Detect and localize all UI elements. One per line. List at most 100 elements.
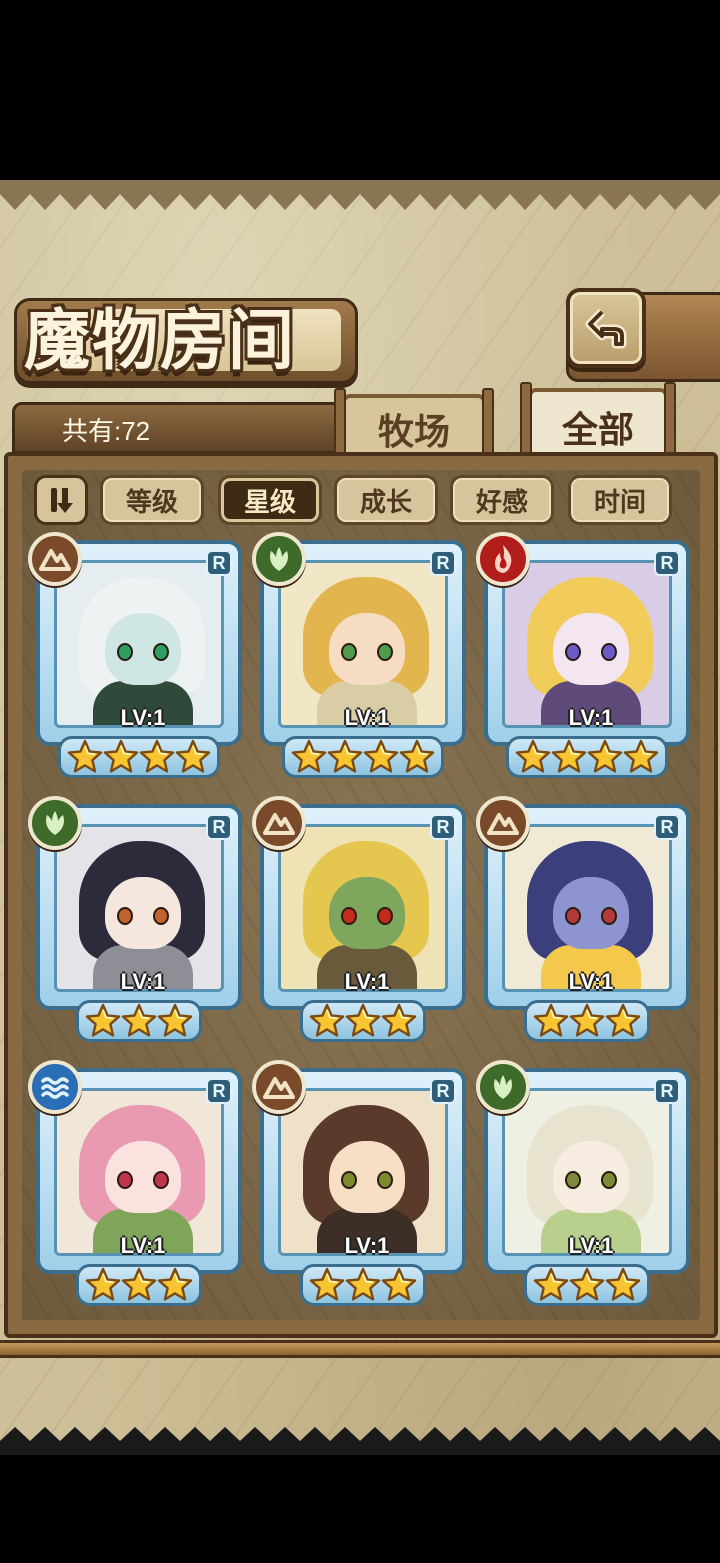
star-rating — [506, 736, 668, 778]
star-rating — [76, 1000, 202, 1042]
rank-badge: R — [206, 1078, 232, 1104]
monster-card[interactable]: R LV:1 — [28, 532, 242, 778]
star-icon — [605, 1003, 641, 1037]
monster-card[interactable]: R LV:1 — [28, 1060, 242, 1306]
element-nature-icon — [252, 532, 306, 586]
monster-level: LV:1 — [568, 705, 614, 730]
element-earth-icon — [252, 796, 306, 850]
monster-level: LV:1 — [344, 705, 390, 730]
return-arrow-icon — [585, 308, 627, 349]
panel-bottom-rail — [0, 1340, 720, 1358]
star-icon — [533, 1003, 569, 1037]
monster-card[interactable]: R LV:1 — [28, 796, 242, 1042]
sort-order-icon — [51, 488, 73, 513]
star-icon — [623, 739, 659, 773]
star-icon — [569, 1267, 605, 1301]
star-icon — [515, 739, 551, 773]
torn-edge-bottom — [0, 1427, 720, 1455]
monster-level: LV:1 — [568, 969, 614, 994]
monster-level: LV:1 — [120, 705, 166, 730]
torn-edge-top — [0, 180, 720, 210]
monster-portrait — [278, 560, 448, 728]
star-icon — [381, 1003, 417, 1037]
tab-ranch[interactable]: 牧场 — [334, 388, 494, 468]
monster-portrait — [278, 1088, 448, 1256]
star-icon — [399, 739, 435, 773]
monster-level: LV:1 — [344, 1233, 390, 1258]
sort-affection-button[interactable]: 好感 — [450, 475, 554, 525]
monster-portrait — [278, 824, 448, 992]
star-icon — [157, 1267, 193, 1301]
rank-badge: R — [654, 550, 680, 576]
tab-all[interactable]: 全部 — [520, 382, 676, 462]
sort-growth-button[interactable]: 成长 — [334, 475, 438, 525]
star-icon — [345, 1267, 381, 1301]
back-button[interactable] — [566, 288, 646, 368]
star-icon — [291, 739, 327, 773]
star-rating — [58, 736, 220, 778]
star-icon — [309, 1267, 345, 1301]
monster-portrait — [54, 1088, 224, 1256]
star-icon — [121, 1267, 157, 1301]
star-icon — [345, 1003, 381, 1037]
star-icon — [85, 1267, 121, 1301]
monster-portrait — [502, 1088, 672, 1256]
star-icon — [157, 1003, 193, 1037]
sort-bar: 等级 星级 成长 好感 时间 — [30, 475, 680, 527]
element-nature-icon — [476, 1060, 530, 1114]
star-rating — [282, 736, 444, 778]
star-rating — [76, 1264, 202, 1306]
element-earth-icon — [476, 796, 530, 850]
monster-portrait — [502, 824, 672, 992]
monster-count: 共有:72 — [62, 416, 151, 446]
page-title: 魔物房间 — [24, 301, 296, 379]
sort-level-button[interactable]: 等级 — [100, 475, 204, 525]
monster-level: LV:1 — [120, 969, 166, 994]
sort-star-button[interactable]: 星级 — [218, 475, 322, 525]
rank-badge: R — [430, 1078, 456, 1104]
star-icon — [533, 1267, 569, 1301]
element-earth-icon — [252, 1060, 306, 1114]
monster-card[interactable]: R LV:1 — [252, 532, 466, 778]
element-fire-icon — [476, 532, 530, 586]
star-rating — [524, 1000, 650, 1042]
star-rating — [524, 1264, 650, 1306]
sort-order-toggle[interactable] — [34, 475, 88, 525]
rank-badge: R — [206, 814, 232, 840]
monster-card[interactable]: R LV:1 — [252, 1060, 466, 1306]
rank-badge: R — [654, 1078, 680, 1104]
element-earth-icon — [28, 532, 82, 586]
rank-badge: R — [430, 814, 456, 840]
star-icon — [309, 1003, 345, 1037]
rank-badge: R — [654, 814, 680, 840]
monster-card[interactable]: R LV:1 — [476, 1060, 690, 1306]
monster-level: LV:1 — [120, 1233, 166, 1258]
monster-level: LV:1 — [344, 969, 390, 994]
monster-card[interactable]: R LV:1 — [252, 796, 466, 1042]
star-icon — [175, 739, 211, 773]
rank-badge: R — [206, 550, 232, 576]
monster-portrait — [54, 824, 224, 992]
star-icon — [121, 1003, 157, 1037]
rank-badge: R — [430, 550, 456, 576]
sort-time-button[interactable]: 时间 — [568, 475, 672, 525]
star-icon — [381, 1267, 417, 1301]
star-icon — [139, 739, 175, 773]
monster-portrait — [502, 560, 672, 728]
monster-level: LV:1 — [568, 1233, 614, 1258]
monster-card[interactable]: R LV:1 — [476, 532, 690, 778]
star-icon — [587, 739, 623, 773]
star-rating — [300, 1000, 426, 1042]
star-rating — [300, 1264, 426, 1306]
star-icon — [103, 739, 139, 773]
star-icon — [569, 1003, 605, 1037]
element-water-icon — [28, 1060, 82, 1114]
monster-portrait — [54, 560, 224, 728]
star-icon — [327, 739, 363, 773]
star-icon — [363, 739, 399, 773]
star-icon — [551, 739, 587, 773]
element-nature-icon — [28, 796, 82, 850]
monster-card[interactable]: R LV:1 — [476, 796, 690, 1042]
star-icon — [605, 1267, 641, 1301]
star-icon — [85, 1003, 121, 1037]
